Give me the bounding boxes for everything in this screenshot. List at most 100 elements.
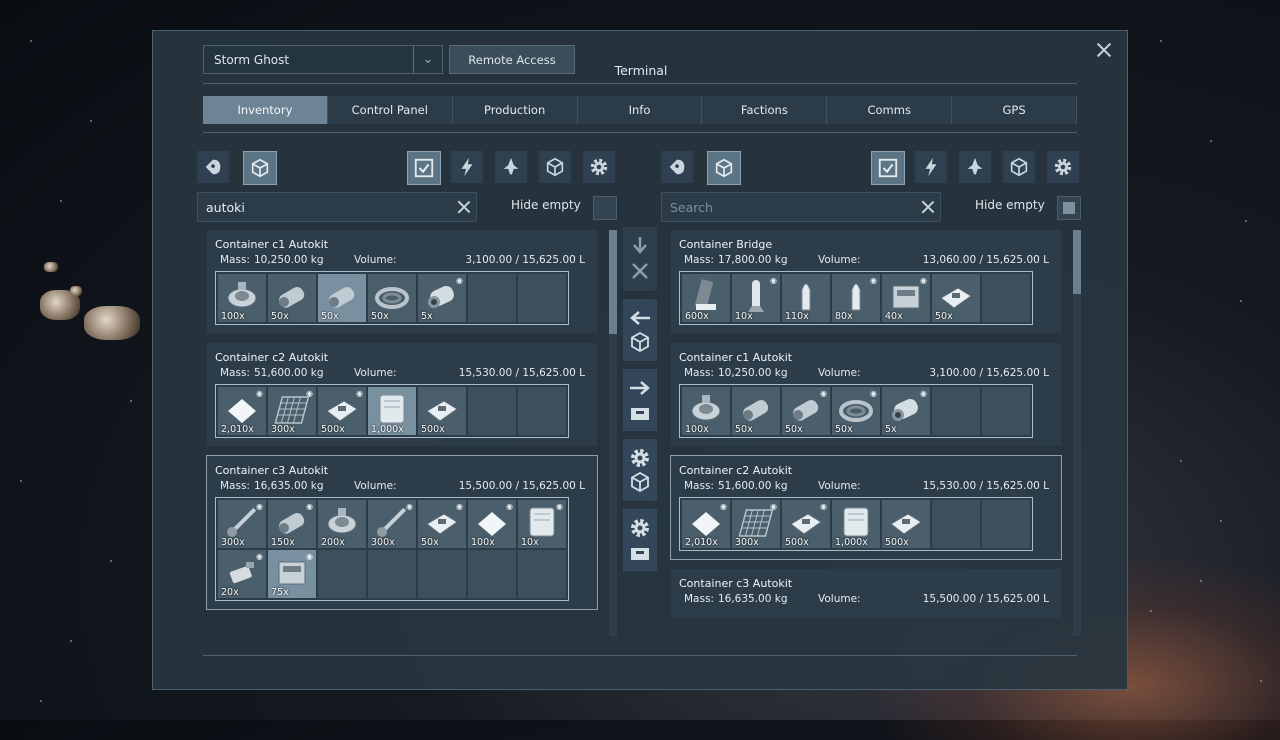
hide-empty-checkbox[interactable] xyxy=(1057,196,1081,220)
inventory-item-slot[interactable]: ◉ 150x xyxy=(268,500,316,548)
tab-factions[interactable]: Factions xyxy=(702,96,828,124)
inventory-item-slot[interactable]: ◉ 10x xyxy=(732,274,780,322)
empty-inventory-slot[interactable] xyxy=(518,387,566,435)
empty-inventory-slot[interactable] xyxy=(368,550,416,598)
inventory-item-slot[interactable]: ◉ 300x xyxy=(368,500,416,548)
inventory-item-slot[interactable]: ◉ 50x xyxy=(782,387,830,435)
inventory-container[interactable]: Container c3 Autokit Mass: 16,635.00 kg Vol… xyxy=(206,455,598,610)
settings-icon[interactable] xyxy=(1047,151,1079,183)
inventory-item-slot[interactable]: 500x xyxy=(882,500,930,548)
empty-inventory-slot[interactable] xyxy=(468,274,516,322)
inventory-item-slot[interactable]: 1,000x xyxy=(832,500,880,548)
inventory-item-slot[interactable]: 500x xyxy=(418,387,466,435)
storage-icon[interactable] xyxy=(1003,151,1035,183)
inventory-item-slot[interactable]: ◉ 10x xyxy=(518,500,566,548)
character-icon[interactable] xyxy=(197,151,229,183)
grid-icon[interactable] xyxy=(707,151,741,185)
chevron-down-icon[interactable]: ⌄ xyxy=(413,46,442,73)
inventory-container[interactable]: Container c1 Autokit Mass: 10,250.00 kg Vol… xyxy=(671,343,1061,446)
grid-selector-dropdown[interactable]: Storm Ghost ⌄ xyxy=(203,45,443,74)
empty-inventory-slot[interactable] xyxy=(982,500,1030,548)
settings-icon[interactable] xyxy=(583,151,615,183)
inventory-item-slot[interactable]: ◉ 20x xyxy=(218,550,266,598)
inventory-item-slot[interactable]: 100x xyxy=(682,387,730,435)
tab-production[interactable]: Production xyxy=(452,96,578,124)
empty-inventory-slot[interactable] xyxy=(982,387,1030,435)
close-icon[interactable] xyxy=(1095,41,1113,59)
inventory-item-slot[interactable]: ◉ 50x xyxy=(832,387,880,435)
settings-tray-button[interactable] xyxy=(623,509,657,571)
inventory-item-slot[interactable]: 50x xyxy=(268,274,316,322)
transfer-right-button[interactable] xyxy=(623,369,657,431)
empty-inventory-slot[interactable] xyxy=(418,550,466,598)
scrollbar-thumb[interactable] xyxy=(1073,230,1081,294)
transfer-left-button[interactable] xyxy=(623,299,657,361)
empty-inventory-slot[interactable] xyxy=(318,550,366,598)
ship-icon[interactable] xyxy=(959,151,991,183)
storage-icon[interactable] xyxy=(539,151,571,183)
settings-storage-button[interactable] xyxy=(623,439,657,501)
item-quantity: 80x xyxy=(835,311,853,322)
tab-comms[interactable]: Comms xyxy=(827,96,953,124)
character-icon[interactable] xyxy=(661,151,693,183)
panel-icon xyxy=(326,400,358,422)
inventory-item-slot[interactable]: 50x xyxy=(932,274,980,322)
inventory-item-slot[interactable]: ◉ 2,010x xyxy=(218,387,266,435)
inventory-container[interactable]: Container Bridge Mass: 17,800.00 kg Volume:… xyxy=(671,230,1061,333)
empty-inventory-slot[interactable] xyxy=(518,274,566,322)
inventory-item-slot[interactable]: ◉ 100x xyxy=(468,500,516,548)
empty-inventory-slot[interactable] xyxy=(518,550,566,598)
left-scrollbar[interactable] xyxy=(609,230,617,636)
tab-inventory[interactable]: Inventory xyxy=(203,96,328,124)
hide-empty-checkbox[interactable] xyxy=(593,196,617,220)
ship-icon[interactable] xyxy=(495,151,527,183)
inventory-item-slot[interactable]: 100x xyxy=(218,274,266,322)
checkbox-icon[interactable] xyxy=(871,151,905,185)
right-scrollbar[interactable] xyxy=(1073,230,1081,636)
inventory-container[interactable]: Container c3 Autokit Mass: 16,635.00 kg Vol… xyxy=(671,569,1061,618)
inventory-item-slot[interactable]: ◉ 80x xyxy=(832,274,880,322)
left-search-input[interactable] xyxy=(198,198,452,216)
inventory-item-slot[interactable]: ◉ 500x xyxy=(782,500,830,548)
right-search-input[interactable] xyxy=(662,198,916,216)
inventory-container[interactable]: Container c2 Autokit Mass: 51,600.00 kg Vol… xyxy=(670,455,1062,560)
scrollbar-thumb[interactable] xyxy=(609,230,617,334)
energy-icon[interactable] xyxy=(915,151,947,183)
empty-inventory-slot[interactable] xyxy=(932,500,980,548)
remote-access-button[interactable]: Remote Access xyxy=(449,45,575,74)
inventory-item-slot[interactable]: ◉ 50x xyxy=(418,500,466,548)
inventory-item-slot[interactable]: 200x xyxy=(318,500,366,548)
right-container-list: Container Bridge Mass: 17,800.00 kg Volume:… xyxy=(661,230,1071,636)
grid-icon[interactable] xyxy=(243,151,277,185)
empty-inventory-slot[interactable] xyxy=(468,550,516,598)
clear-search-icon[interactable] xyxy=(452,195,476,219)
empty-inventory-slot[interactable] xyxy=(468,387,516,435)
inventory-container[interactable]: Container c1 Autokit Mass: 10,250.00 kg Vol… xyxy=(207,230,597,333)
inventory-item-slot[interactable]: ◉ 5x xyxy=(882,387,930,435)
inventory-item-slot[interactable]: 50x xyxy=(368,274,416,322)
tab-info[interactable]: Info xyxy=(577,96,703,124)
energy-icon[interactable] xyxy=(451,151,483,183)
inventory-item-slot[interactable]: ◉ 5x xyxy=(418,274,466,322)
inventory-item-slot[interactable]: 600x xyxy=(682,274,730,322)
inventory-item-slot[interactable]: ◉ 2,010x xyxy=(682,500,730,548)
inventory-item-slot[interactable]: 50x xyxy=(732,387,780,435)
inventory-item-slot[interactable]: ◉ 300x xyxy=(218,500,266,548)
inventory-item-slot[interactable]: 1,000x xyxy=(368,387,416,435)
panel-icon xyxy=(940,287,972,309)
tab-control-panel[interactable]: Control Panel xyxy=(327,96,453,124)
inventory-item-slot[interactable]: 50x xyxy=(318,274,366,322)
transfer-down-button[interactable] xyxy=(623,227,657,291)
inventory-item-slot[interactable]: ◉ 40x xyxy=(882,274,930,322)
clear-search-icon[interactable] xyxy=(916,195,940,219)
checkbox-icon[interactable] xyxy=(407,151,441,185)
inventory-item-slot[interactable]: 110x xyxy=(782,274,830,322)
tab-gps[interactable]: GPS xyxy=(952,96,1078,124)
empty-inventory-slot[interactable] xyxy=(982,274,1030,322)
inventory-item-slot[interactable]: ◉ 500x xyxy=(318,387,366,435)
inventory-container[interactable]: Container c2 Autokit Mass: 51,600.00 kg Vol… xyxy=(207,343,597,446)
inventory-item-slot[interactable]: ◉ 75x xyxy=(268,550,316,598)
empty-inventory-slot[interactable] xyxy=(932,387,980,435)
inventory-item-slot[interactable]: ◉ 300x xyxy=(732,500,780,548)
inventory-item-slot[interactable]: ◉ 300x xyxy=(268,387,316,435)
